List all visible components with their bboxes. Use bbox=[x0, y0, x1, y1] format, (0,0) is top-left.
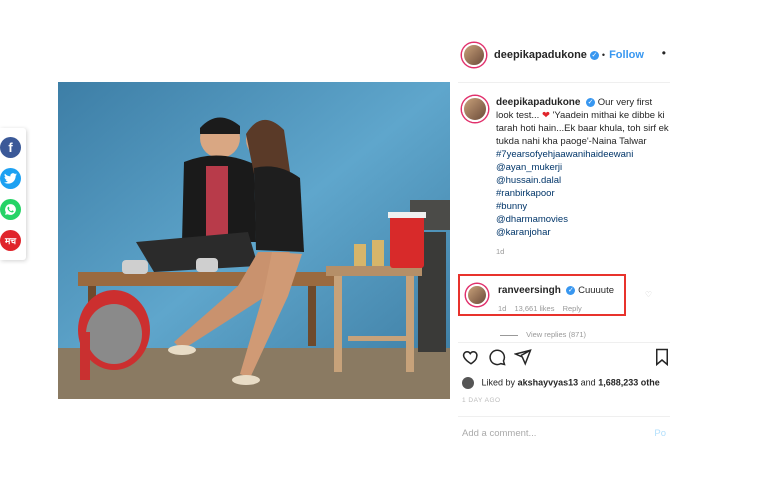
comment-divider bbox=[458, 416, 670, 417]
instagram-post: deepikapadukone ✓ • Follow • deepikapadu… bbox=[58, 20, 670, 460]
comment-likes[interactable]: 13,661 likes bbox=[514, 304, 554, 313]
author-username[interactable]: deepikapadukone bbox=[494, 49, 587, 61]
twitter-icon[interactable] bbox=[0, 168, 21, 189]
comment-time: 1d bbox=[498, 304, 507, 313]
photo-illustration bbox=[58, 82, 450, 399]
caption-tag[interactable]: #bunny bbox=[496, 200, 670, 213]
caption-tag[interactable]: #7yearsofyehjaawanihaideewani bbox=[496, 148, 670, 161]
heart-emoji: ❤ bbox=[541, 110, 550, 121]
facebook-icon[interactable]: f bbox=[0, 137, 21, 158]
caption-tag[interactable]: @karanjohar bbox=[496, 226, 670, 239]
liked-by-user[interactable]: akshayvyas13 bbox=[518, 377, 579, 387]
heart-icon[interactable] bbox=[462, 348, 480, 366]
comment-icon[interactable] bbox=[488, 348, 506, 366]
commenter-avatar[interactable] bbox=[466, 284, 488, 306]
reply-button[interactable]: Reply bbox=[563, 304, 582, 313]
liked-by: Liked by akshayvyas13 and 1,688,233 othe bbox=[462, 377, 660, 389]
caption-tag[interactable]: #ranbirkapoor bbox=[496, 187, 670, 200]
add-comment-input[interactable]: Add a comment... bbox=[462, 428, 536, 439]
verified-icon: ✓ bbox=[566, 285, 576, 295]
liked-by-connector: and bbox=[580, 377, 596, 388]
actions-divider bbox=[458, 342, 670, 343]
post-header: deepikapadukone ✓ • Follow • bbox=[462, 42, 670, 68]
caption-avatar[interactable] bbox=[462, 96, 488, 122]
author-avatar[interactable] bbox=[462, 43, 486, 67]
caption-tag[interactable]: @dharmamovies bbox=[496, 213, 670, 226]
post-date: 1 DAY AGO bbox=[462, 397, 501, 404]
comment-like-icon[interactable]: ♡ bbox=[645, 290, 652, 299]
liked-by-count[interactable]: 1,688,233 othe bbox=[598, 377, 660, 387]
post-caption: deepikapadukone ✓ Our very first look te… bbox=[462, 96, 670, 258]
post-side-panel: deepikapadukone ✓ • Follow • deepikapadu… bbox=[458, 20, 670, 460]
commenter-username[interactable]: ranveersingh bbox=[498, 285, 561, 296]
hindi-share-icon[interactable]: मच bbox=[0, 230, 21, 251]
follow-button[interactable]: Follow bbox=[609, 49, 644, 61]
caption-tag[interactable]: @hussain.dalal bbox=[496, 174, 670, 187]
share-rail: f मच bbox=[0, 128, 26, 260]
view-replies-label: View replies (871) bbox=[526, 330, 586, 339]
post-comment-button[interactable]: Po bbox=[654, 428, 666, 439]
bookmark-icon[interactable] bbox=[654, 348, 670, 366]
whatsapp-icon[interactable] bbox=[0, 199, 21, 220]
view-replies-link[interactable]: View replies (871) bbox=[500, 330, 586, 339]
header-divider bbox=[458, 82, 670, 83]
verified-icon: ✓ bbox=[586, 97, 596, 107]
highlighted-comment: ranveersingh ✓ Cuuuute 1d 13,661 likes R… bbox=[458, 274, 652, 316]
share-icon[interactable] bbox=[514, 348, 532, 366]
comment-text: Cuuuute bbox=[578, 285, 615, 296]
caption-username[interactable]: deepikapadukone bbox=[496, 97, 580, 108]
verified-icon: ✓ bbox=[589, 50, 599, 60]
more-options-icon[interactable]: • bbox=[662, 46, 666, 60]
caption-tag[interactable]: @ayan_mukerji bbox=[496, 161, 670, 174]
liker-avatar bbox=[462, 377, 474, 389]
post-photo[interactable] bbox=[58, 82, 450, 399]
dot-separator: • bbox=[601, 50, 606, 60]
caption-time: 1d bbox=[496, 247, 505, 256]
replies-line bbox=[500, 334, 518, 336]
liked-by-prefix: Liked by bbox=[481, 377, 516, 388]
post-actions bbox=[462, 348, 670, 368]
